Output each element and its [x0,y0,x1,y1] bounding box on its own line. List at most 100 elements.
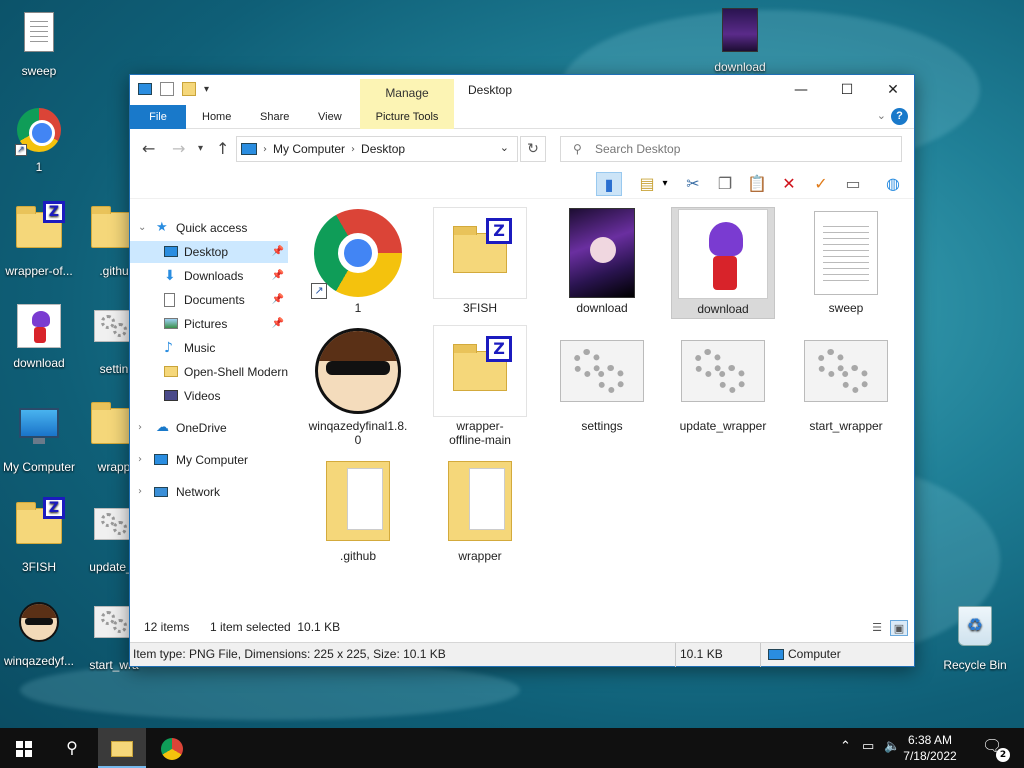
pin-icon[interactable]: 📌 [272,265,284,287]
sidebar-item-open-shell[interactable]: Open-Shell Modern [130,361,288,383]
tab-picture-tools[interactable]: Picture Tools [360,105,454,129]
chevron-down-icon[interactable]: ⌄ [138,217,146,239]
chevron-up-icon[interactable]: ⌃ [840,739,851,754]
refresh-button[interactable]: ↻ [520,136,546,162]
rename-icon[interactable]: ▭ [840,172,866,196]
desktop-icon-winqazedyfinal[interactable]: winqazedyf... [0,598,79,668]
sidebar-item-downloads[interactable]: ⬇ Downloads 📌 [130,265,288,287]
sidebar-item-documents[interactable]: Documents 📌 [130,289,288,311]
back-arrow-icon[interactable]: ← [142,139,155,158]
item-size: 10.1 KB [680,647,723,661]
sidebar-item-music[interactable]: ♪ Music [130,337,288,359]
properties-icon[interactable] [160,82,174,96]
copy-icon[interactable]: ❐ [712,172,738,196]
file-item-settings[interactable]: settings [550,325,654,433]
details-view-icon[interactable]: ☰ [868,620,886,636]
chrome-taskbar-button[interactable] [148,728,196,768]
file-item-1[interactable]: ↗ 1 [306,207,410,315]
paste-icon[interactable]: 📋 [744,172,770,196]
sidebar-item-network[interactable]: › Network [130,481,288,503]
folder-icon [448,461,512,541]
volume-icon[interactable]: 🔈 [884,739,900,754]
minimize-button[interactable]: — [778,75,824,105]
file-item-update-wrapper[interactable]: update_wrapper [671,325,775,433]
clock[interactable]: 6:38 AM 7/18/2022 [900,732,960,764]
pin-icon[interactable]: 📌 [272,241,284,263]
folder-icon [111,740,133,757]
forward-arrow-icon[interactable]: → [172,139,185,158]
search-button[interactable]: ⚲ [48,728,96,768]
file-item-3fish[interactable]: Z 3FISH [428,207,532,315]
desktop-icon-download[interactable]: download [0,302,79,370]
delete-icon[interactable]: ✕ [776,172,802,196]
sidebar-item-my-computer[interactable]: › My Computer [130,449,288,471]
pin-icon[interactable]: 📌 [272,289,284,311]
manage-contextual-tab[interactable]: Manage [360,79,454,105]
file-item-github[interactable]: .github [306,455,410,563]
recent-locations-icon[interactable]: ▾ [198,143,203,154]
customize-toolbar-icon[interactable]: ▾ [204,84,209,95]
file-item-download-purple[interactable]: download [550,207,654,315]
tab-home[interactable]: Home [190,105,243,129]
desktop-icon-download-purple[interactable]: download [700,6,780,74]
chevron-right-icon[interactable]: › [263,144,267,155]
file-item-download-selected[interactable]: download [671,207,775,319]
computer-icon [19,408,59,444]
gears-icon [94,508,134,540]
sidebar-item-pictures[interactable]: Pictures 📌 [130,313,288,335]
sidebar-item-onedrive[interactable]: › ☁ OneDrive [130,417,288,439]
file-item-winqazedyfinal[interactable]: winqazedyfinal1.8.0 [306,325,410,447]
cut-icon[interactable]: ✂ [680,172,706,196]
desktop-icon-sweep[interactable]: sweep [0,8,79,78]
start-button[interactable] [0,728,48,768]
new-folder-icon[interactable] [182,82,196,96]
sidebar-item-desktop[interactable]: Desktop 📌 [130,241,288,263]
help-icon[interactable]: ? [891,108,908,125]
desktop-icon-recycle-bin[interactable]: Recycle Bin [935,602,1015,672]
file-item-sweep[interactable]: sweep [794,207,898,315]
breadcrumb-my-computer[interactable]: My Computer [273,142,345,156]
chevron-down-icon[interactable]: ⌄ [500,141,509,154]
selection-info: 1 item selected 10.1 KB [210,620,341,634]
notifications-icon[interactable]: 🗨 2 [982,736,1010,762]
sidebar-item-quick-access[interactable]: ⌄ ★ Quick access [130,217,288,239]
desktop-icon-1[interactable]: ↗ 1 [0,106,79,174]
up-arrow-icon[interactable]: ↑ [216,139,229,158]
breadcrumb-desktop[interactable]: Desktop [361,142,405,156]
tab-file[interactable]: File [130,105,186,129]
desktop-icon-wrapper-offline[interactable]: Z wrapper-of... [0,201,79,278]
layout-dropdown-icon[interactable]: ▾ [658,172,672,196]
sidebar-item-videos[interactable]: Videos [130,385,288,407]
network-icon[interactable]: ▭ [862,739,874,754]
file-item-start-wrapper[interactable]: start_wrapper [794,325,898,433]
image-thumbnail-icon [678,209,768,299]
recycle-bin-icon [958,606,992,646]
expand-ribbon-icon[interactable]: ⌄ [877,109,886,122]
chevron-right-icon[interactable]: › [351,144,355,155]
globe-icon[interactable]: ◍ [880,172,906,196]
apply-icon[interactable]: ✓ [808,172,834,196]
desktop-icon-my-computer[interactable]: My Computer [0,400,79,474]
file-item-wrapper[interactable]: wrapper [428,455,532,563]
chevron-right-icon[interactable]: › [138,449,142,471]
text-file-icon [24,12,54,52]
chevron-right-icon[interactable]: › [138,481,142,503]
maximize-button[interactable]: ☐ [824,75,870,105]
large-icons-view-icon[interactable]: ▣ [890,620,908,636]
item-count: 12 items [144,620,190,634]
pin-icon[interactable]: 📌 [272,313,284,335]
folder-icon [164,366,178,377]
file-explorer-taskbar-button[interactable] [98,728,146,768]
file-item-wrapper-offline-main[interactable]: Z wrapper-offline-main [428,325,532,447]
tab-share[interactable]: Share [248,105,301,129]
address-bar[interactable]: › My Computer › Desktop ⌄ [236,136,518,162]
layout-icon[interactable]: ▤ [634,172,660,196]
tab-view[interactable]: View [306,105,354,129]
details-bar: Item type: PNG File, Dimensions: 225 x 2… [130,642,914,667]
close-button[interactable]: ✕ [870,75,916,105]
preview-pane-icon[interactable]: ▮ [596,172,622,196]
chevron-right-icon[interactable]: › [138,417,142,439]
search-input[interactable]: ⚲ Search Desktop [560,136,902,162]
desktop-icon-3fish[interactable]: Z 3FISH [0,497,79,574]
text-file-icon [814,211,878,295]
